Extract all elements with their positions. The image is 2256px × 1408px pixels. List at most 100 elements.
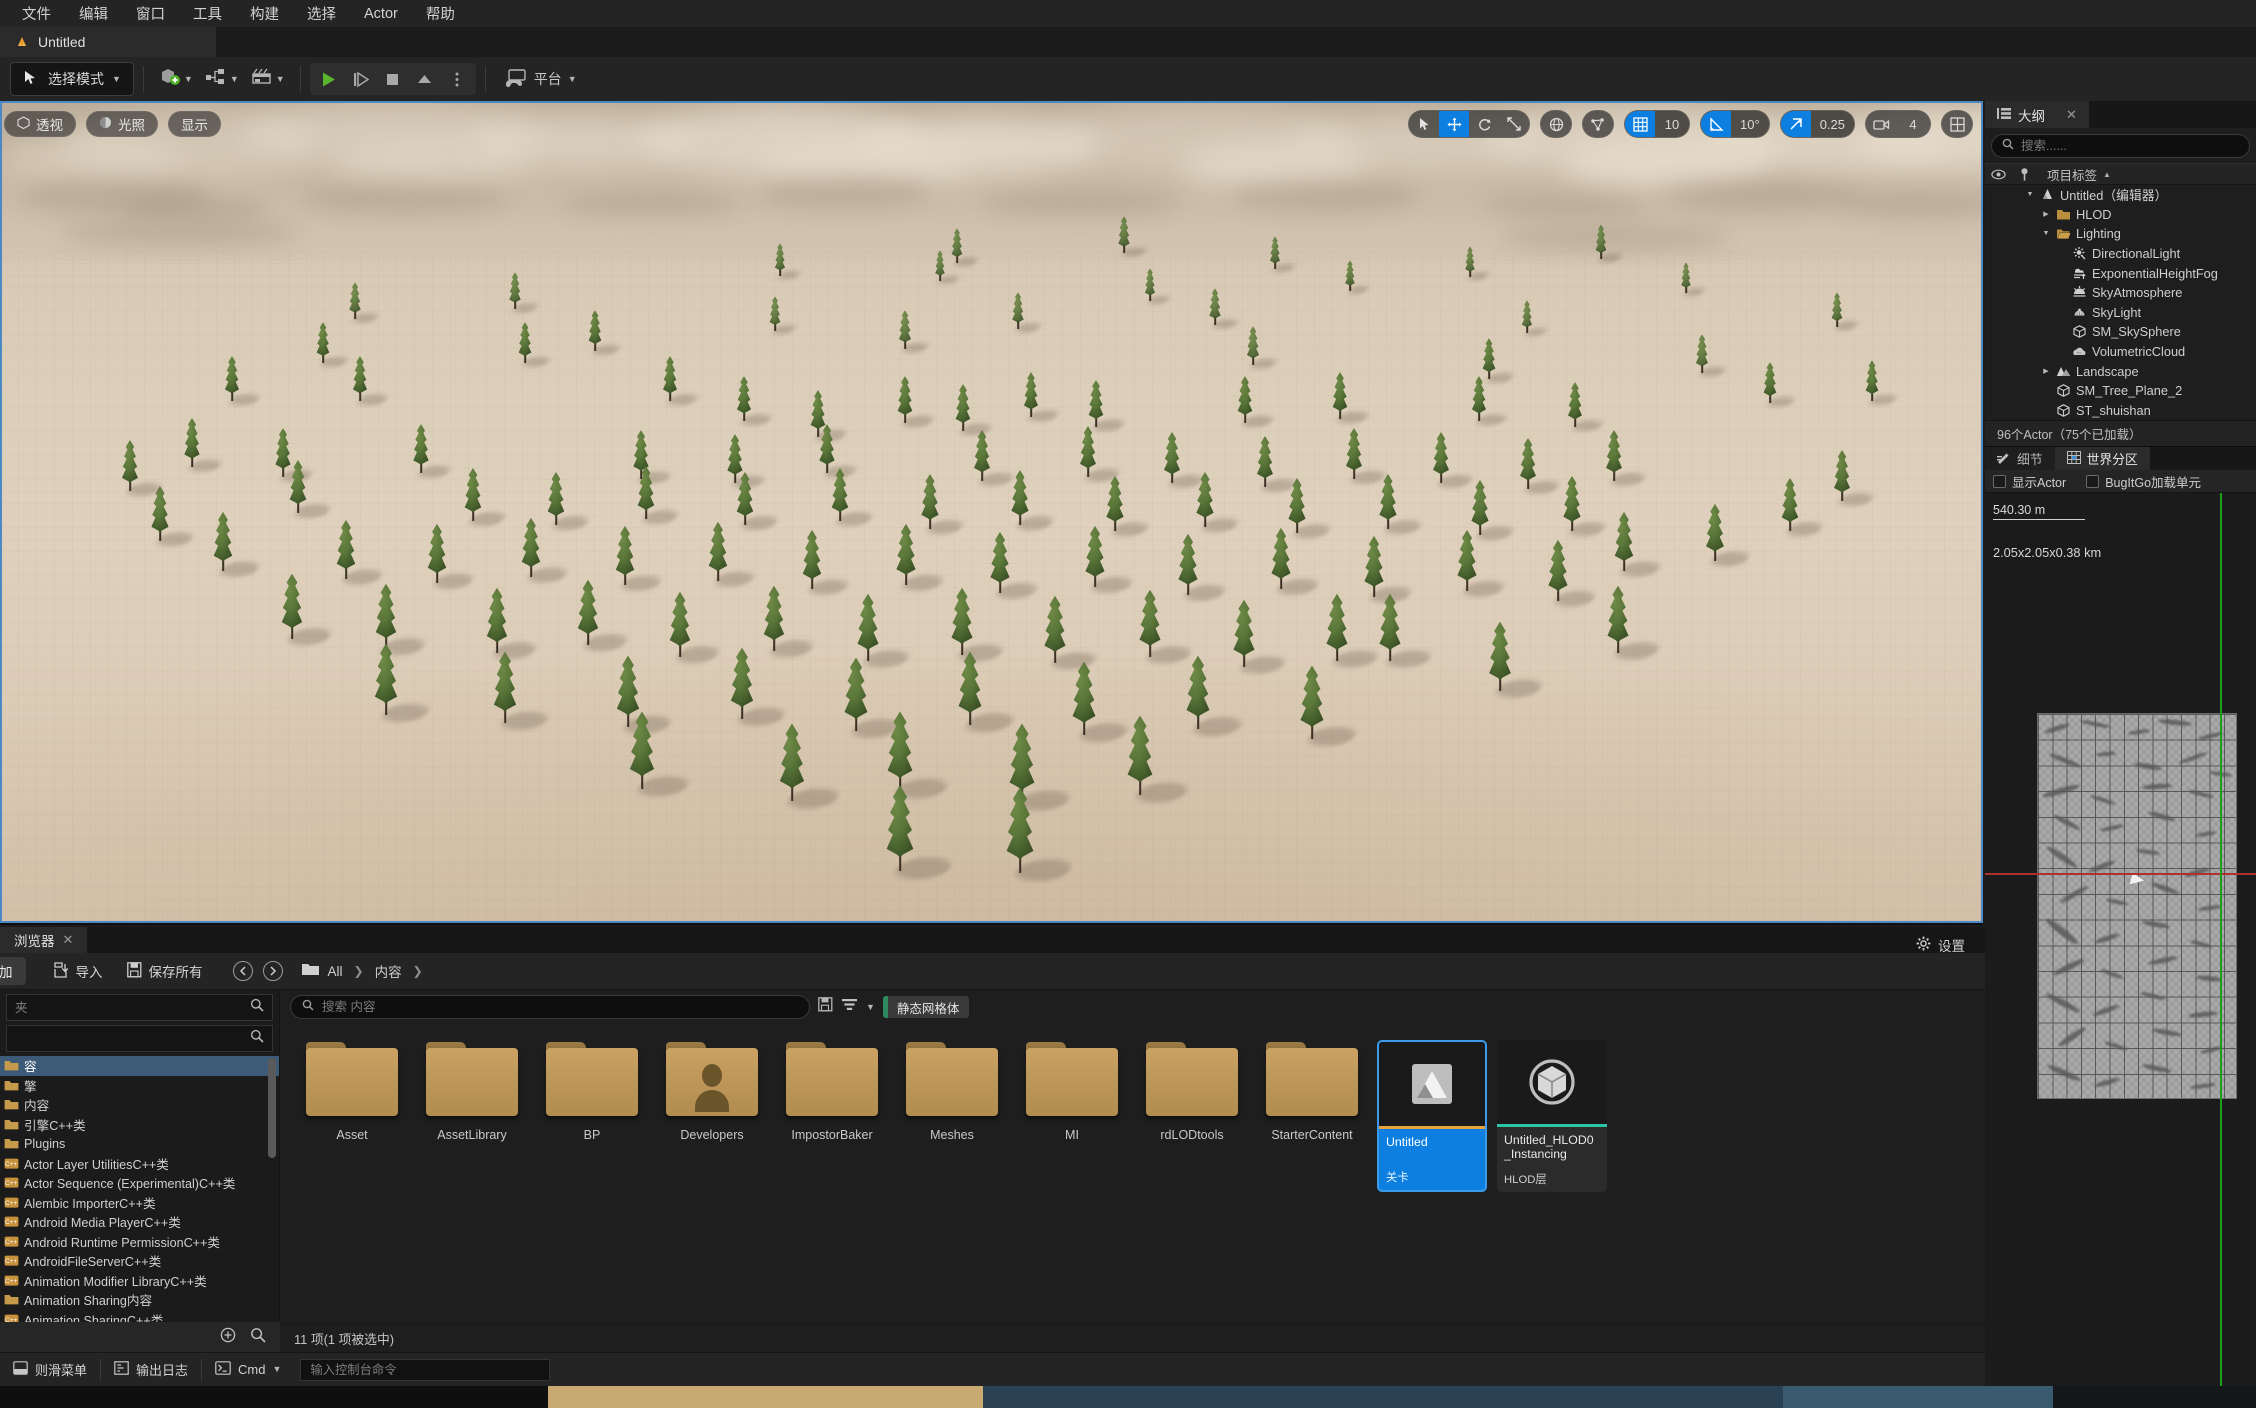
folder-tile[interactable]: MI <box>1012 1030 1132 1192</box>
menu-item-edit[interactable]: 编辑 <box>65 0 122 27</box>
save-all-button[interactable]: 保存所有 <box>117 957 213 985</box>
console-command-box[interactable] <box>300 1358 551 1381</box>
folder-tile[interactable]: Developers <box>652 1030 772 1192</box>
tab-content-browser[interactable]: 浏览器 ✕ <box>0 927 88 953</box>
close-icon[interactable]: ✕ <box>2066 107 2077 123</box>
world-partition-minimap-panel[interactable]: 540.30 m 2.05x2.05x0.38 km <box>1985 493 2256 1408</box>
console-command-input[interactable] <box>310 1362 541 1377</box>
folder-tile[interactable]: ImpostorBaker <box>772 1030 892 1192</box>
tree-search-input[interactable] <box>15 1031 250 1046</box>
scale-snap-value[interactable]: 0.25 <box>1810 111 1854 137</box>
viewport-show-button[interactable]: 显示 <box>168 111 221 137</box>
asset-tile[interactable]: Untitled_HLOD0_Instancing HLOD层 <box>1497 1040 1607 1192</box>
eye-icon[interactable] <box>1985 163 2011 185</box>
sources-tree-row[interactable]: 引擎C++类 <box>0 1115 279 1135</box>
content-browser-settings-button[interactable]: 设置 <box>1906 932 1975 958</box>
skip-frame-button[interactable] <box>346 65 376 93</box>
outliner-row[interactable]: ▶ExponentialHeightFog <box>1985 263 2256 283</box>
menu-item-help[interactable]: 帮助 <box>412 0 469 27</box>
outliner-search-input[interactable] <box>2021 139 2239 153</box>
sources-tree-row[interactable]: 内容 <box>0 1095 279 1115</box>
outliner-row[interactable]: ▶ Landscape <box>1985 361 2256 381</box>
camera-icon[interactable] <box>1866 111 1896 137</box>
asset-search-box[interactable] <box>290 995 810 1019</box>
filter-icon[interactable] <box>841 997 858 1017</box>
menu-item-build[interactable]: 构建 <box>236 0 293 27</box>
select-tool-button[interactable] <box>1409 111 1439 137</box>
menu-item-select[interactable]: 选择 <box>293 0 350 27</box>
grid-snap-value[interactable]: 10 <box>1655 111 1690 137</box>
outliner-tree[interactable]: ▼Untitled（编辑器）▶HLOD▼Lighting▶Directional… <box>1985 185 2256 420</box>
folder-search-input[interactable] <box>15 1000 250 1015</box>
sources-tree-row[interactable]: C++ AndroidFileServerC++类 <box>0 1251 279 1271</box>
add-actor-button[interactable]: ▼ <box>153 63 199 95</box>
folder-tile[interactable]: BP <box>532 1030 652 1192</box>
asset-search-input[interactable] <box>322 1000 798 1014</box>
outliner-header-label-wrap[interactable]: 项目标签 ▲ <box>2037 165 2111 184</box>
tab-world-partition[interactable]: 世界分区 <box>2054 447 2150 471</box>
tree-search-box[interactable] <box>6 1025 273 1052</box>
expand-arrow-down-icon[interactable]: ▼ <box>2025 190 2035 200</box>
outliner-row[interactable]: ▶ST_shuishan <box>1985 401 2256 421</box>
angle-snap-value[interactable]: 10° <box>1731 111 1769 137</box>
add-circle-icon[interactable] <box>220 1327 236 1348</box>
surface-snap-button[interactable] <box>1583 111 1613 137</box>
folder-tile[interactable]: rdLODtools <box>1132 1030 1252 1192</box>
sources-tree-row[interactable]: 容 <box>0 1056 279 1076</box>
blueprints-button[interactable]: ▼ <box>199 63 245 95</box>
expand-arrow-right-icon[interactable]: ▶ <box>2041 366 2051 376</box>
outliner-row[interactable]: ▶VolumetricCloud <box>1985 342 2256 362</box>
sources-tree-row[interactable]: C++ Android Runtime PermissionC++类 <box>0 1232 279 1252</box>
sources-tree-scrollbar[interactable] <box>268 1058 276 1158</box>
menu-item-file[interactable]: 文件 <box>8 0 65 27</box>
viewport-perspective-button[interactable]: 透视 <box>4 111 76 137</box>
viewport-layout-icon[interactable] <box>1942 111 1972 137</box>
eject-button[interactable] <box>410 65 440 93</box>
camera-speed-value[interactable]: 4 <box>1896 111 1930 137</box>
pin-icon[interactable] <box>2011 163 2037 185</box>
asset-grid[interactable]: Asset AssetLibrary BP Developers ImpostorBak… <box>280 1024 1985 1198</box>
outliner-row[interactable]: ▶SM_Tree_Plane_2 <box>1985 381 2256 401</box>
sources-tree-row[interactable]: C++ Alembic ImporterC++类 <box>0 1193 279 1213</box>
asset-tile[interactable]: Untitled 关卡 <box>1377 1040 1487 1192</box>
add-content-button[interactable]: 加 <box>0 957 26 985</box>
content-drawer-button[interactable]: 则滑菜单 <box>0 1353 100 1387</box>
play-more-options-button[interactable] <box>442 65 472 93</box>
grid-snap-toggle[interactable] <box>1625 111 1656 137</box>
folder-tile[interactable]: Meshes <box>892 1030 1012 1192</box>
outliner-row[interactable]: ▶SkyAtmosphere <box>1985 283 2256 303</box>
nav-forward-button[interactable] <box>262 961 283 981</box>
nav-back-button[interactable] <box>232 961 253 981</box>
folder-search-box[interactable] <box>6 994 273 1021</box>
output-log-button[interactable]: 输出日志 <box>101 1353 201 1387</box>
chevron-down-icon[interactable]: ▼ <box>866 1002 875 1012</box>
outliner-search-box[interactable] <box>1991 134 2250 158</box>
outliner-row[interactable]: ▼ Untitled（编辑器） <box>1985 185 2256 205</box>
outliner-row[interactable]: ▶SM_SkySphere <box>1985 322 2256 342</box>
bugitgo-checkbox[interactable] <box>2086 474 2100 488</box>
sources-tree[interactable]: 容擎内容 引擎C++类 Plugins C++ Actor Layer Utilitie… <box>0 1056 279 1343</box>
tab-details[interactable]: 细节 <box>1985 447 2055 471</box>
rotate-tool-button[interactable] <box>1469 111 1499 137</box>
viewport-lit-button[interactable]: 光照 <box>86 111 158 137</box>
sources-tree-row[interactable]: 擎 <box>0 1076 279 1096</box>
search-icon[interactable] <box>250 1029 264 1048</box>
sources-tree-row[interactable]: Plugins <box>0 1134 279 1154</box>
sources-tree-row[interactable]: C++ Actor Layer UtilitiesC++类 <box>0 1154 279 1174</box>
taskbar-window-2[interactable] <box>1783 1386 2053 1408</box>
menu-item-window[interactable]: 窗口 <box>122 0 179 27</box>
world-space-button[interactable] <box>1541 111 1571 137</box>
filter-chip-static-mesh[interactable]: 静态网格体 <box>882 996 970 1018</box>
sources-tree-row[interactable]: C++ Actor Sequence (Experimental)C++类 <box>0 1173 279 1193</box>
cmd-selector-button[interactable]: Cmd ▼ <box>202 1353 294 1387</box>
outliner-row[interactable]: ▶SkyLight <box>1985 303 2256 323</box>
close-icon[interactable]: ✕ <box>63 932 74 948</box>
outliner-row[interactable]: ▼ Lighting <box>1985 224 2256 244</box>
stop-button[interactable] <box>378 65 408 93</box>
tab-untitled-level[interactable]: Untitled <box>0 27 216 57</box>
angle-snap-toggle[interactable] <box>1701 111 1732 137</box>
scale-snap-toggle[interactable] <box>1780 111 1811 137</box>
play-button[interactable] <box>314 65 344 93</box>
scale-tool-button[interactable] <box>1499 111 1529 137</box>
cinematics-button[interactable]: ▼ <box>245 63 291 95</box>
